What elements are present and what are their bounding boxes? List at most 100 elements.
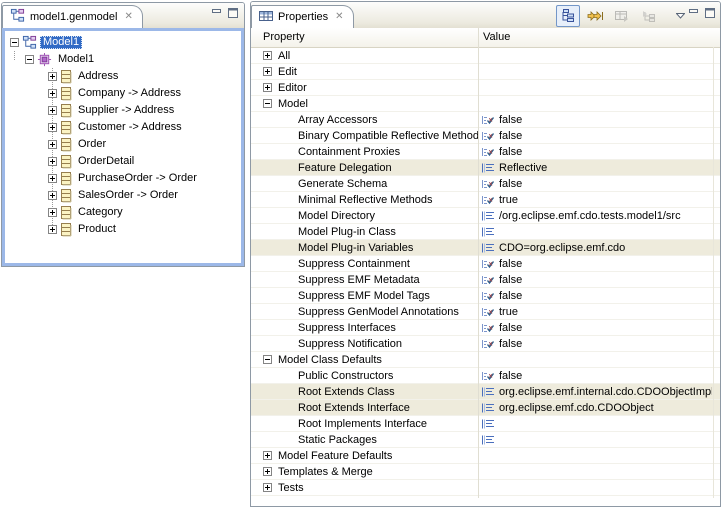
expand-plus-icon[interactable] [48, 123, 57, 132]
property-value: org.eclipse.emf.internal.cdo.CDOObjectIm… [499, 386, 712, 398]
expand-plus-icon[interactable] [263, 467, 272, 476]
tree-item-label: Model1 [55, 53, 97, 66]
collapse-minus-icon[interactable] [25, 55, 34, 64]
property-row-generate-schema[interactable]: Generate Schemafalse [251, 176, 720, 192]
show-categories-button[interactable] [556, 5, 580, 27]
editor-maximize-icon[interactable] [228, 8, 239, 21]
bool-icon [481, 258, 495, 270]
property-row-array-accessors[interactable]: Array Accessorsfalse [251, 112, 720, 128]
tree-item-purchaseorder-order[interactable]: PurchaseOrder -> Order [5, 170, 241, 187]
tree-item-customer-address[interactable]: Customer -> Address [5, 119, 241, 136]
list-icon [481, 434, 495, 446]
expand-plus-icon[interactable] [48, 140, 57, 149]
tree-item-address[interactable]: Address [5, 68, 241, 85]
property-group-label: Model [278, 98, 308, 110]
tree-item-label: Customer -> Address [75, 121, 185, 134]
expand-plus-icon[interactable] [48, 89, 57, 98]
tree-item-supplier-address[interactable]: Supplier -> Address [5, 102, 241, 119]
property-row-minimal-reflective-methods[interactable]: Minimal Reflective Methodstrue [251, 192, 720, 208]
tree-item-category[interactable]: Category [5, 204, 241, 221]
editor-minimize-icon[interactable] [211, 8, 222, 21]
property-row-binary-compatible-reflective-methods[interactable]: Binary Compatible Reflective Methodsfals… [251, 128, 720, 144]
property-group-label: Tests [278, 482, 304, 494]
property-row-public-constructors[interactable]: Public Constructorsfalse [251, 368, 720, 384]
property-label: Model Plug-in Variables [298, 242, 413, 254]
properties-tab-close-icon[interactable]: ✕ [333, 12, 343, 22]
tree-item-order[interactable]: Order [5, 136, 241, 153]
expand-plus-icon[interactable] [48, 208, 57, 217]
expand-plus-icon[interactable] [263, 451, 272, 460]
properties-tabbar: Properties ✕ [251, 2, 720, 28]
tree-item-company-address[interactable]: Company -> Address [5, 85, 241, 102]
show-advanced-properties-button[interactable] [583, 5, 607, 27]
property-label: Root Implements Interface [298, 418, 427, 430]
collapse-minus-icon[interactable] [263, 99, 272, 108]
property-row-suppress-notification[interactable]: Suppress Notificationfalse [251, 336, 720, 352]
property-row-suppress-containment[interactable]: Suppress Containmentfalse [251, 256, 720, 272]
column-header-value[interactable]: Value [483, 31, 510, 43]
properties-panel: Properties ✕ Property Value AllEditEdito… [250, 1, 721, 507]
properties-minimize-icon[interactable] [688, 8, 699, 21]
expand-plus-icon[interactable] [48, 106, 57, 115]
property-row-model-plug-in-class[interactable]: Model Plug-in Class [251, 224, 720, 240]
property-group-edit[interactable]: Edit [251, 64, 720, 80]
collapse-minus-icon[interactable] [263, 355, 272, 364]
property-group-label: Model Class Defaults [278, 354, 382, 366]
class-icon [57, 87, 75, 101]
property-group-templates-merge[interactable]: Templates & Merge [251, 464, 720, 480]
property-group-model-feature-defaults[interactable]: Model Feature Defaults [251, 448, 720, 464]
property-value: /org.eclipse.emf.cdo.tests.model1/src [499, 210, 681, 222]
column-separator[interactable] [478, 28, 479, 498]
expand-plus-icon[interactable] [263, 483, 272, 492]
pin-to-selection-button[interactable] [637, 5, 661, 27]
expand-plus-icon[interactable] [48, 191, 57, 200]
property-row-suppress-genmodel-annotations[interactable]: Suppress GenModel Annotationstrue [251, 304, 720, 320]
expand-plus-icon[interactable] [48, 174, 57, 183]
property-row-suppress-interfaces[interactable]: Suppress Interfacesfalse [251, 320, 720, 336]
expand-plus-icon[interactable] [263, 67, 272, 76]
property-row-suppress-emf-metadata[interactable]: Suppress EMF Metadatafalse [251, 272, 720, 288]
tree-item-product[interactable]: Product [5, 221, 241, 238]
tree-item-model1[interactable]: Model1 [5, 34, 241, 51]
property-row-containment-proxies[interactable]: Containment Proxiesfalse [251, 144, 720, 160]
properties-tab[interactable]: Properties ✕ [251, 5, 354, 28]
property-group-all[interactable]: All [251, 48, 720, 64]
property-row-model-directory[interactable]: Model Directory/org.eclipse.emf.cdo.test… [251, 208, 720, 224]
property-label: Binary Compatible Reflective Methods [298, 130, 478, 142]
expand-plus-icon[interactable] [263, 51, 272, 60]
property-group-model-class-defaults[interactable]: Model Class Defaults [251, 352, 720, 368]
property-row-suppress-emf-model-tags[interactable]: Suppress EMF Model Tags false [251, 288, 720, 304]
column-header-property[interactable]: Property [263, 31, 305, 43]
property-group-tests[interactable]: Tests [251, 480, 720, 496]
property-row-root-extends-class[interactable]: Root Extends Class org.eclipse.emf.intern… [251, 384, 720, 400]
editor-tab[interactable]: model1.genmodel ✕ [2, 5, 143, 28]
property-group-model[interactable]: Model [251, 96, 720, 112]
expand-plus-icon[interactable] [263, 83, 272, 92]
property-label: Root Extends Class [298, 386, 395, 398]
property-group-editor[interactable]: Editor [251, 80, 720, 96]
property-row-static-packages[interactable]: Static Packages [251, 432, 720, 448]
list-icon [481, 386, 495, 398]
tree-item-salesorder-order[interactable]: SalesOrder -> Order [5, 187, 241, 204]
property-label: Public Constructors [298, 370, 393, 382]
class-icon [57, 104, 75, 118]
property-value: false [499, 146, 522, 158]
property-row-root-extends-interface[interactable]: Root Extends Interfaceorg.eclipse.emf.cd… [251, 400, 720, 416]
property-label: Suppress EMF Model Tags [298, 290, 430, 302]
tree-item-model1[interactable]: Model1 [5, 51, 241, 68]
editor-tab-close-icon[interactable]: ✕ [122, 12, 132, 22]
bool-icon [481, 290, 495, 302]
property-label: Minimal Reflective Methods [298, 194, 433, 206]
property-value: false [499, 290, 522, 302]
tree-item-orderdetail[interactable]: OrderDetail [5, 153, 241, 170]
property-row-feature-delegation[interactable]: Feature DelegationReflective [251, 160, 720, 176]
expand-plus-icon[interactable] [48, 72, 57, 81]
restore-default-value-button[interactable] [610, 5, 634, 27]
property-row-model-plug-in-variables[interactable]: Model Plug-in VariablesCDO=org.eclipse.e… [251, 240, 720, 256]
expand-plus-icon[interactable] [48, 157, 57, 166]
list-icon [481, 242, 495, 254]
property-row-root-implements-interface[interactable]: Root Implements Interface [251, 416, 720, 432]
collapse-minus-icon[interactable] [10, 38, 19, 47]
properties-maximize-icon[interactable] [705, 8, 716, 21]
expand-plus-icon[interactable] [48, 225, 57, 234]
